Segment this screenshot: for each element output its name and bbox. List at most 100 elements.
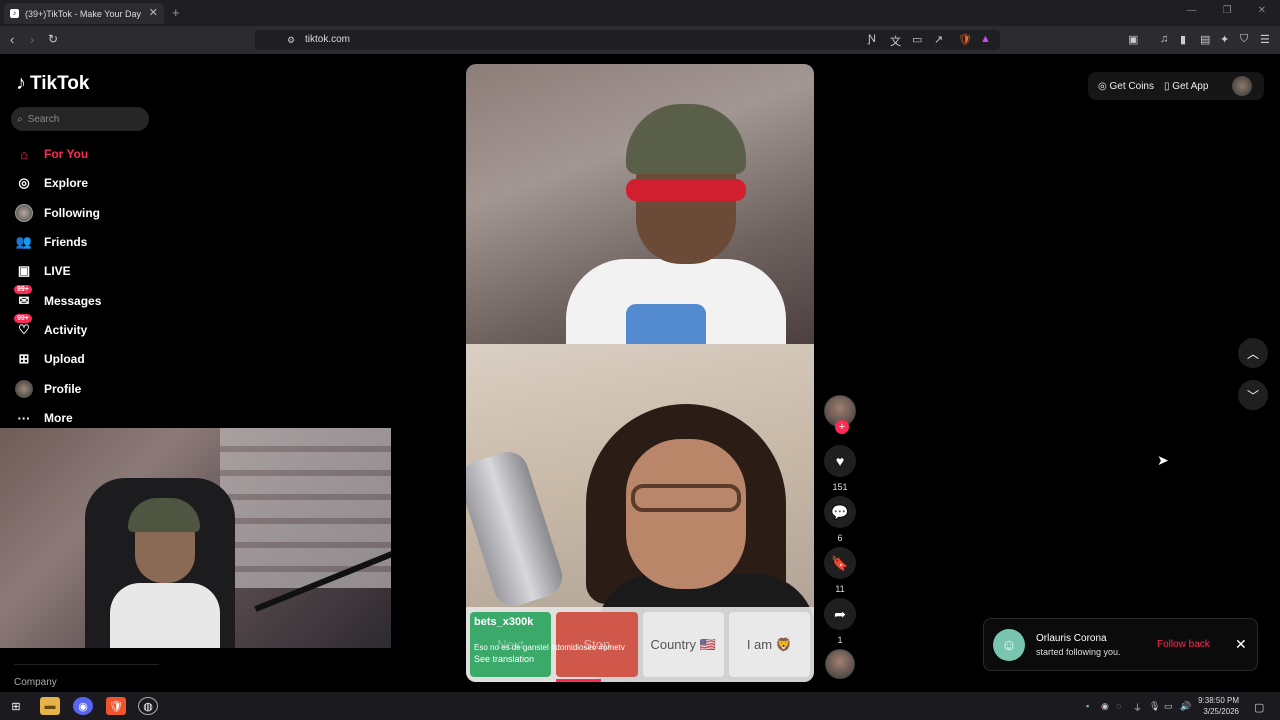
usb-tray-icon[interactable]: ⏚ (1133, 701, 1142, 714)
forward-icon[interactable]: › (30, 32, 34, 47)
top-right-bar: ◎ Get Coins ▯ Get App (1088, 72, 1264, 100)
nav-label: More (44, 411, 73, 425)
nav-label: Explore (44, 176, 89, 190)
no-translate-icon[interactable]: Ɲ (868, 33, 876, 45)
leo-ai-icon[interactable]: ✦ (1220, 33, 1229, 46)
follow-back-button[interactable]: Follow back (1157, 639, 1210, 650)
music-disc-avatar[interactable] (825, 649, 855, 679)
creator-avatar[interactable]: + (824, 395, 856, 434)
see-translation-link[interactable]: See translation (474, 654, 754, 664)
close-window-icon[interactable]: ✕ (1258, 5, 1266, 16)
nav-item-profile[interactable]: Profile (14, 378, 81, 400)
volume-tray-icon[interactable]: 🔊 (1180, 701, 1191, 712)
streamer (110, 498, 220, 648)
brave-browser-icon[interactable]: 🛡 (106, 697, 126, 715)
maximize-icon[interactable]: ❐ (1223, 5, 1232, 16)
nav-item-messages[interactable]: ✉ 99+ Messages (14, 285, 102, 312)
nav-item-following[interactable]: Following (14, 202, 100, 224)
more-icon: ··· (17, 410, 31, 426)
like-count: 151 (832, 482, 848, 492)
get-app-button[interactable]: ▯ Get App (1164, 81, 1208, 92)
nav-label: Upload (44, 352, 85, 366)
mouse-cursor-icon: ➤ (1157, 452, 1169, 468)
discord-icon[interactable]: ◉ (73, 697, 93, 715)
music-icon[interactable]: ♫ (1160, 33, 1168, 45)
nav-label: Friends (44, 235, 88, 249)
close-notification-icon[interactable]: ✕ (1235, 636, 1247, 653)
nav-label: Messages (44, 294, 102, 308)
following-avatar-icon (14, 203, 34, 223)
video-player[interactable]: Next Stop Country 🇺🇸 I am 🦁 bets_x300k E… (466, 64, 814, 682)
minimize-icon[interactable]: — (1187, 5, 1197, 16)
menu-icon[interactable]: ☰ (1260, 33, 1270, 46)
network-tray-icon[interactable]: ▭ (1164, 701, 1173, 712)
scroll-down-chevron-icon[interactable]: ﹀ (1238, 380, 1268, 410)
nav-item-activity[interactable]: ♡ 99+ Activity (14, 314, 87, 341)
like-heart-icon[interactable]: ♥ (824, 445, 856, 477)
follow-plus-icon[interactable]: + (835, 420, 849, 434)
get-app-label: Get App (1172, 80, 1209, 92)
share-icon[interactable]: ↗ (934, 33, 943, 46)
windows-start-icon[interactable]: ⊞ (6, 697, 26, 715)
notification-name: Orlauris Corona (1036, 633, 1107, 644)
get-coins-button[interactable]: ◎ Get Coins (1098, 81, 1154, 92)
reload-icon[interactable]: ↻ (48, 32, 58, 46)
search-input[interactable]: ⌕ Search (11, 107, 149, 131)
video-top-frame (466, 64, 814, 379)
tiktok-logo[interactable]: ♪ TikTok (16, 72, 89, 95)
wallet-icon[interactable]: ▤ (1200, 33, 1210, 46)
comment-icon[interactable]: 💬 (824, 496, 856, 528)
clock-date: 3/25/2026 (1203, 707, 1239, 716)
bookmark-save-icon[interactable]: 🔖 (824, 547, 856, 579)
nvidia-tray-icon[interactable]: ▪ (1086, 701, 1089, 711)
coin-icon: ◎ (1098, 80, 1107, 92)
nav-item-explore[interactable]: ◎ Explore (14, 172, 88, 194)
save-count: 11 (835, 584, 845, 594)
footer-company-link[interactable]: Company (14, 677, 57, 688)
taskbar-clock[interactable]: 9:38:50 PM 3/25/2026 (1195, 695, 1239, 717)
compass-icon: ◎ (18, 175, 30, 190)
browser-tab[interactable]: ♪ (39+)TikTok - Make Your Day ✕ (4, 3, 164, 24)
obs-icon[interactable]: ◍ (138, 697, 158, 715)
user-avatar[interactable] (1232, 76, 1253, 96)
live-icon: ▣ (17, 263, 31, 278)
microphone-tray-icon[interactable]: 🎙 (1149, 701, 1160, 712)
follow-notification-toast: ☺ Orlauris Corona started following you.… (983, 618, 1258, 671)
video-caption: bets_x300k Eso no es de ganstel #domidio… (474, 616, 754, 664)
video-progress-bar[interactable] (556, 679, 601, 682)
scroll-up-chevron-icon[interactable]: ︿ (1238, 338, 1268, 368)
messages-icon: ✉ 99+ (14, 285, 34, 311)
sidebar-divider (14, 664, 159, 665)
brand-name: TikTok (30, 72, 90, 94)
file-explorer-icon[interactable]: ▬ (40, 697, 60, 715)
nav-item-upload[interactable]: ⊞ Upload (14, 348, 85, 370)
notification-center-icon[interactable]: ▢ (1254, 701, 1264, 714)
caption-username[interactable]: bets_x300k (474, 616, 754, 628)
tab-search-icon[interactable]: ▣ (1128, 33, 1138, 46)
nav-item-for-you[interactable]: ⌂ For You (14, 143, 88, 165)
activity-badge: 99+ (14, 314, 32, 323)
site-info-icon[interactable]: ⚙ (287, 35, 295, 46)
search-placeholder: Search (27, 113, 60, 125)
discord-tray-icon[interactable]: ◉ (1101, 701, 1109, 712)
nav-item-live[interactable]: ▣ LIVE (14, 260, 71, 282)
brave-rewards-icon[interactable]: ▲ (980, 33, 991, 45)
nav-label: For You (44, 147, 89, 161)
brave-shield-icon[interactable]: 🛡 (958, 33, 972, 46)
nav-item-friends[interactable]: 👥 Friends (14, 231, 87, 253)
home-icon: ⌂ (20, 146, 28, 162)
translate-icon[interactable]: 文 (890, 33, 901, 49)
vpn-icon[interactable]: ⛉ (1240, 33, 1248, 46)
tray-app-icon[interactable]: ◌ (1116, 701, 1121, 711)
cast-icon[interactable]: ▭ (912, 33, 922, 46)
back-icon[interactable]: ‹ (10, 32, 14, 47)
address-bar[interactable] (255, 30, 1000, 50)
share-count: 1 (837, 635, 843, 645)
action-column: + ♥ 151 💬 6 🔖 11 ➦ 1 (822, 395, 858, 679)
share-arrow-icon[interactable]: ➦ (824, 598, 856, 630)
sidebar-icon[interactable]: ▮ (1180, 33, 1186, 46)
profile-icon (14, 379, 34, 399)
new-tab-icon[interactable]: + (172, 5, 180, 20)
nav-item-more[interactable]: ··· More (14, 407, 73, 429)
close-tab-icon[interactable]: ✕ (149, 6, 158, 19)
